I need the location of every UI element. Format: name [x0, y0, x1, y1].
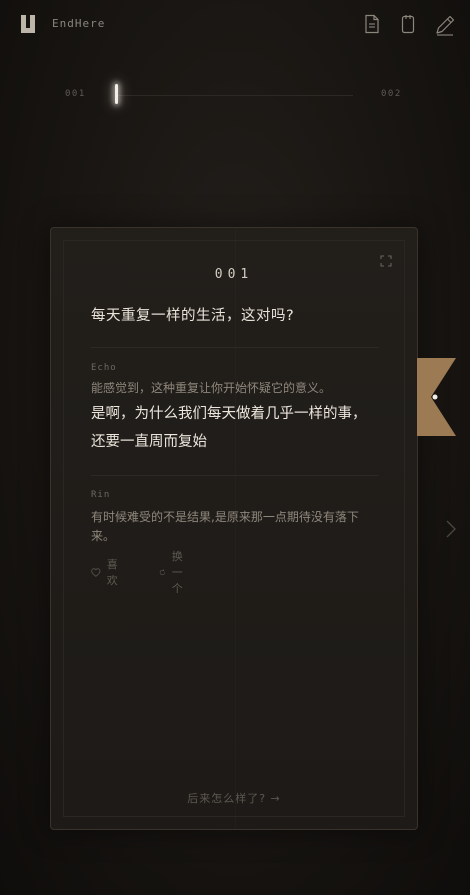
divider [91, 475, 379, 476]
heart-icon [91, 567, 101, 577]
progress-track[interactable]: 001 002 [0, 80, 470, 110]
next-arrow-icon[interactable] [444, 518, 458, 540]
reply-highlight-line: 还要一直周而复始 [91, 434, 207, 450]
track-start-label: 001 [65, 89, 86, 99]
reply-text-line: 有时候难受的不是结果,是原来那一点期待没有落下 [91, 510, 359, 524]
refresh-icon [159, 568, 166, 575]
phone-icon[interactable] [400, 14, 420, 36]
bookmark-tab[interactable] [417, 358, 457, 436]
question-text: 每天重复一样的生活，这对吗? [91, 308, 295, 324]
expand-icon[interactable] [380, 252, 392, 267]
reply-highlight-line: 是啊，为什么我们每天做着几乎一样的事， [91, 406, 367, 422]
track-thumb[interactable] [115, 84, 118, 104]
reply-text-line: 来。 [91, 529, 116, 543]
like-button[interactable]: 喜欢 [91, 558, 122, 587]
bookmark-dot-icon [432, 394, 438, 400]
card-number: 001 [214, 267, 254, 282]
refresh-button[interactable]: 换一个 [159, 550, 189, 595]
like-label: 喜欢 [106, 558, 118, 587]
what-happened-next-link[interactable]: 后来怎么样了? → [51, 790, 417, 806]
logo-icon[interactable] [20, 15, 36, 33]
question-card: 001 每天重复一样的生活，这对吗? Echo 能感觉到，这种重复让你开始怀疑它… [50, 227, 418, 830]
app-header: EndHere [0, 0, 470, 52]
pen-icon[interactable] [434, 14, 455, 36]
divider [91, 347, 379, 348]
reply-author: Rin [91, 490, 111, 500]
track-end-label: 002 [381, 89, 402, 99]
refresh-label: 换一个 [171, 550, 183, 595]
track-line [118, 95, 353, 96]
document-icon[interactable] [364, 14, 384, 36]
app-title: EndHere [52, 17, 106, 30]
reply-text: 能感觉到，这种重复让你开始怀疑它的意义。 [91, 381, 332, 395]
reply-author: Echo [91, 363, 117, 373]
